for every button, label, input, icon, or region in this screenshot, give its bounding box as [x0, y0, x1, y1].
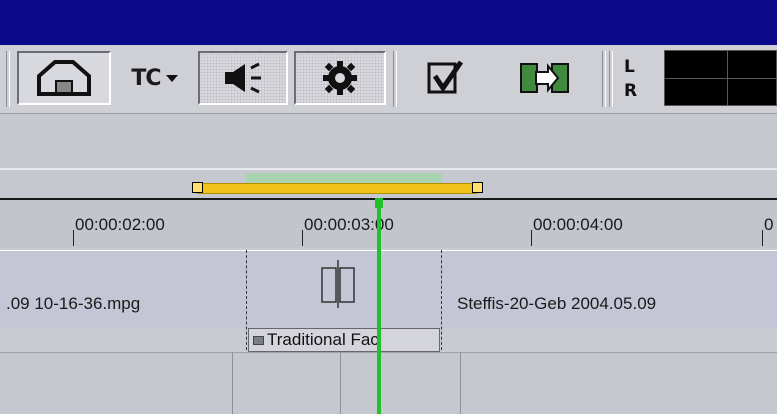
audio-level-meter — [664, 50, 777, 106]
audio-scrub-button[interactable] — [198, 51, 288, 105]
transition-block[interactable]: Traditional Fac — [248, 328, 440, 352]
transition-end-marker — [441, 250, 442, 350]
snapshot-icon — [37, 60, 91, 96]
checkbox-icon — [427, 60, 464, 94]
check-button[interactable] — [405, 51, 485, 105]
transition-icon — [321, 260, 355, 308]
track-divider — [460, 352, 461, 414]
toolbar-separator — [393, 51, 397, 107]
transition-start-marker — [246, 250, 247, 350]
transition-handle-icon — [253, 335, 264, 345]
toolbar-separator — [602, 51, 606, 107]
left-channel-label: L — [624, 57, 635, 77]
clip-right-label: Steffis-20-Geb 2004.05.09 — [457, 294, 657, 313]
ruler-tick — [302, 230, 303, 246]
level-meter-channel-labels: L R — [624, 55, 654, 107]
audio-track[interactable] — [0, 352, 777, 414]
ruler-tick — [762, 230, 763, 246]
settings-button[interactable] — [294, 51, 386, 105]
track-divider — [340, 352, 341, 414]
snapshot-button[interactable] — [17, 51, 111, 105]
title-bar — [0, 0, 777, 45]
ruler-tick-label: 00:00:04:00 — [533, 215, 623, 234]
transition-label: Traditional Fac — [267, 330, 379, 349]
ruler-tick — [73, 230, 74, 246]
timeline-empty-area — [0, 114, 777, 168]
preview-range-indicator — [246, 173, 442, 183]
export-button[interactable] — [500, 51, 590, 105]
video-track[interactable] — [0, 250, 777, 328]
timecode-label: TC — [131, 65, 161, 91]
timecode-dropdown[interactable]: TC — [118, 51, 192, 105]
playhead[interactable] — [377, 200, 381, 414]
range-end-handle[interactable] — [472, 182, 483, 193]
right-channel-label: R — [624, 81, 638, 101]
toolbar-grip — [6, 51, 10, 107]
timeline-toolbar: TC — [0, 45, 777, 114]
work-area-range[interactable] — [197, 183, 477, 194]
export-icon — [520, 63, 569, 93]
range-start-handle[interactable] — [192, 182, 203, 193]
ruler-tick-label: 0 — [764, 215, 774, 234]
ruler-tick-label: 00:00:02:00 — [75, 215, 165, 234]
gear-icon — [323, 61, 357, 95]
speaker-icon — [225, 62, 261, 94]
ruler-tick — [531, 230, 532, 246]
chevron-down-icon — [165, 75, 178, 82]
clip-left-label: .09 10-16-36.mpg — [6, 294, 141, 313]
toolbar-separator — [609, 51, 613, 107]
track-divider — [232, 352, 233, 414]
